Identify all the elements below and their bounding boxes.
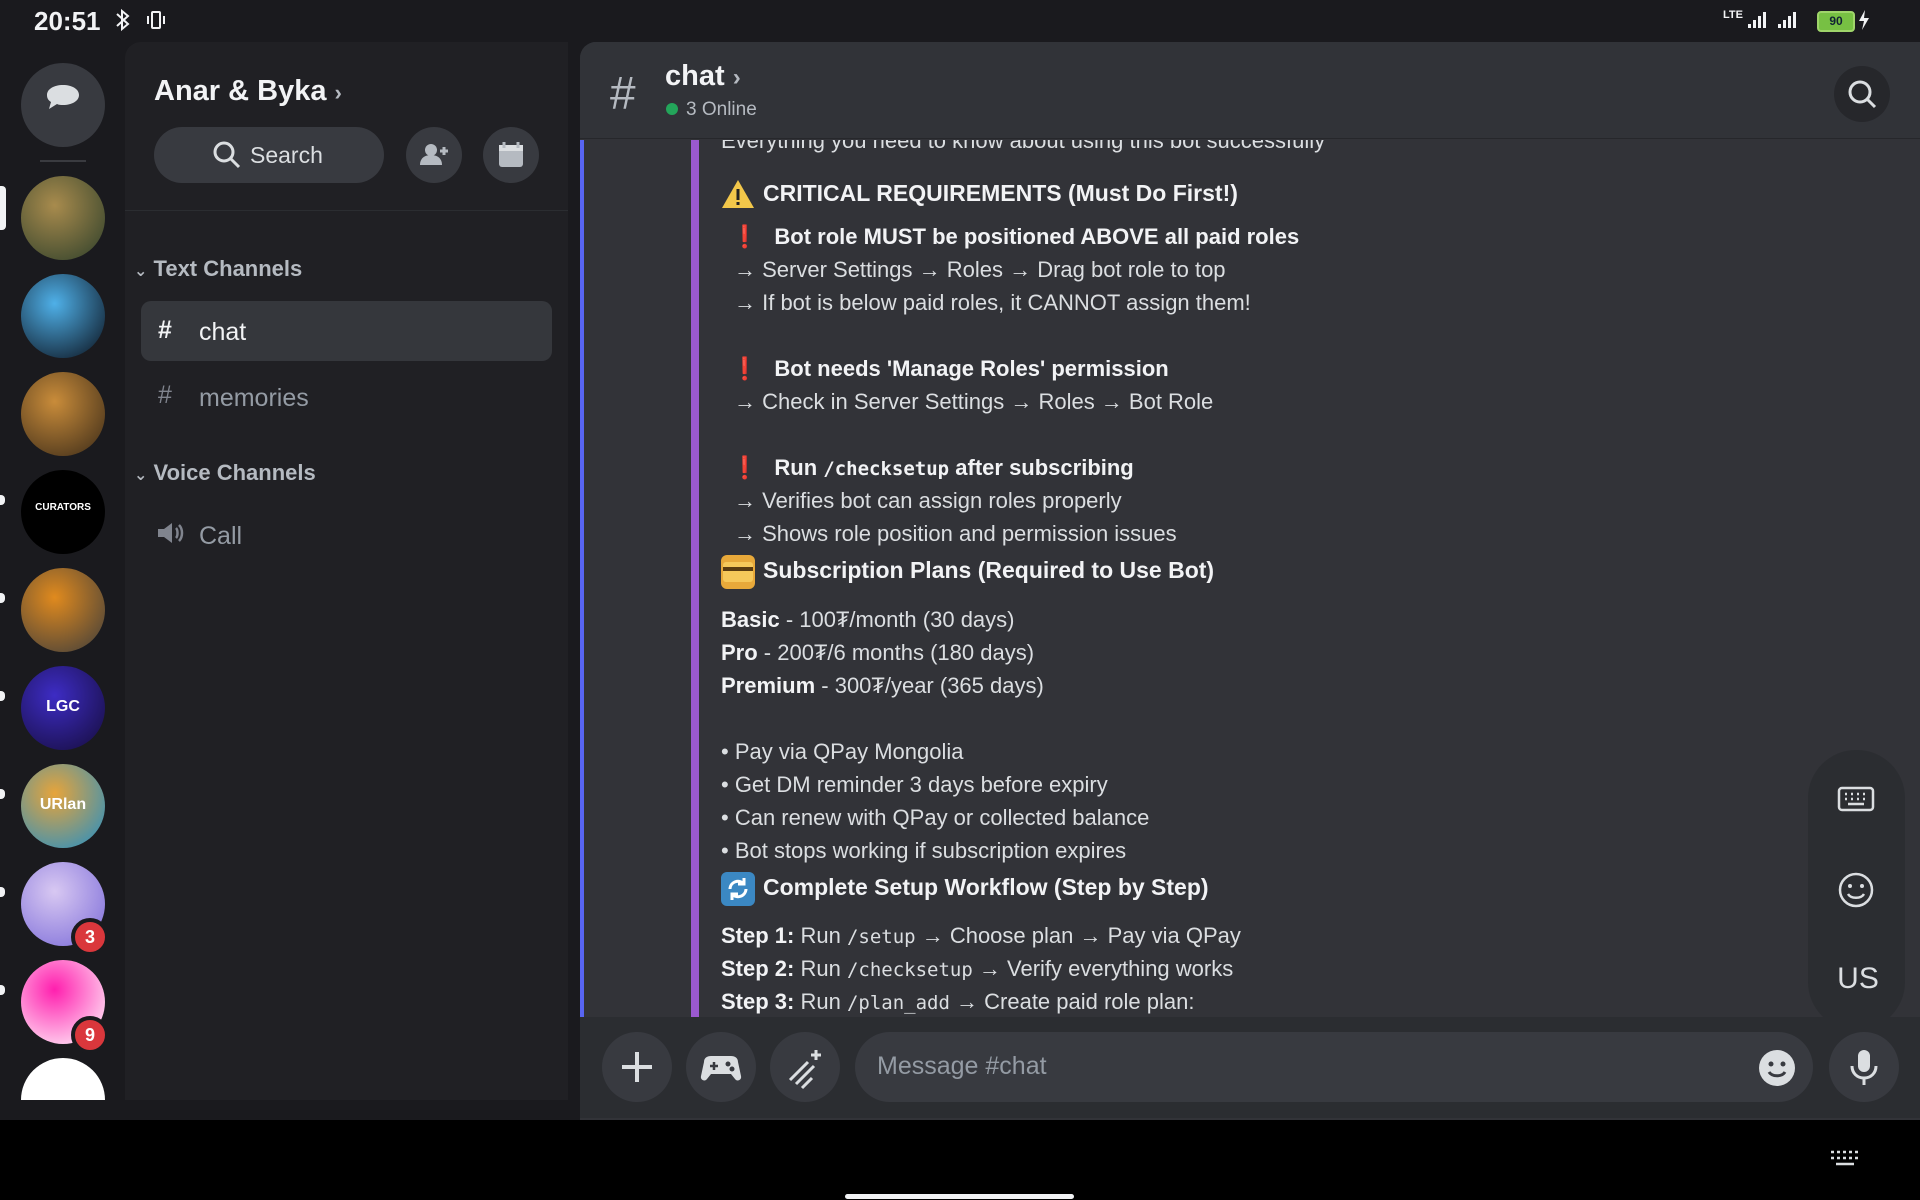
hash-icon: # (158, 316, 172, 344)
server-label: LGC (46, 698, 80, 715)
step-row: Step 3: Run /plan_add → Create paid role… (721, 989, 1195, 1014)
status-bar (0, 0, 1920, 42)
req3-a: → Verifies bot can assign roles properly (734, 488, 1122, 513)
bullet: • Can renew with QPay or collected balan… (721, 805, 1150, 830)
bullet: • Pay via QPay Mongolia (721, 739, 964, 764)
channel-title[interactable]: chat › (665, 60, 741, 93)
lgc-server[interactable]: LGC (21, 666, 105, 750)
chat-header (580, 42, 1920, 139)
language-button[interactable]: US (1833, 962, 1883, 996)
plan-row: Premium - 300₮/year (365 days) (721, 673, 1044, 698)
microphone-icon (1850, 1050, 1878, 1085)
server-label: CURATORS (35, 502, 91, 513)
status-time: 20:51 (34, 6, 101, 36)
bullet: • Bot stops working if subscription expi… (721, 838, 1127, 863)
category-text-channels[interactable]: ⌄ Text Channels (134, 256, 302, 282)
orbs-server[interactable] (21, 274, 105, 358)
online-count: 3 Online (686, 99, 757, 120)
voice-message-button[interactable] (1829, 1032, 1899, 1102)
req1-a: → Server Settings → Roles → Drag bot rol… (734, 257, 1226, 282)
channel-call[interactable]: Call (199, 522, 242, 551)
req2-line: ❗ Bot needs 'Manage Roles' permission (731, 356, 1169, 381)
curators-server[interactable]: CURATORS (21, 470, 105, 554)
speaker-icon (154, 517, 186, 554)
category-voice-channels[interactable]: ⌄ Voice Channels (134, 460, 316, 486)
urlan-server[interactable]: URlan (21, 764, 105, 848)
home-indicator[interactable] (845, 1194, 1074, 1199)
plus-icon (622, 1052, 652, 1082)
search-button[interactable]: Search (154, 127, 384, 183)
selected-server-pill (0, 186, 6, 230)
req1-b: → If bot is below paid roles, it CANNOT … (734, 290, 1251, 315)
server-name[interactable]: Anar & Byka › (154, 75, 342, 108)
message-input[interactable]: Message #chat (855, 1032, 1813, 1102)
step-row: Step 1: Run /setup → Choose plan → Pay v… (721, 923, 1241, 948)
exclamation-icon: ❗ (731, 356, 759, 381)
hash-icon: # (158, 381, 172, 409)
message-list[interactable]: Everything you need to know about using … (580, 140, 1920, 1017)
bluetooth-icon (113, 8, 133, 38)
apps-button[interactable] (770, 1032, 840, 1102)
emoji-keyboard-icon[interactable] (1836, 870, 1876, 915)
credit-card-icon (721, 555, 755, 589)
emoji-icon[interactable] (1757, 1048, 1797, 1093)
mention-badge: 9 (71, 1016, 109, 1054)
mention-badge: 3 (71, 918, 109, 956)
gamepad-icon (700, 1056, 742, 1081)
search-icon (212, 140, 242, 176)
activities-button[interactable] (686, 1032, 756, 1102)
rail-divider (40, 160, 86, 162)
embed-accent-bar (691, 140, 699, 1017)
navigation-bar (0, 1120, 1920, 1200)
charging-icon (1858, 10, 1870, 35)
house-server[interactable] (21, 372, 105, 456)
keyboard-icon[interactable] (1836, 780, 1876, 821)
exclamation-icon: ❗ (731, 455, 759, 480)
search-label: Search (250, 142, 323, 168)
search-icon (1848, 80, 1877, 109)
embed-intro: Everything you need to know about using … (721, 140, 1326, 153)
server-label: URlan (39, 796, 87, 813)
hash-icon: # (610, 67, 636, 119)
attach-button[interactable] (602, 1032, 672, 1102)
plans-heading: Subscription Plans (Required to Use Bot) (721, 555, 1214, 589)
req1-line: ❗ Bot role MUST be positioned ABOVE all p… (731, 224, 1300, 249)
bullet: • Get DM reminder 3 days before expiry (721, 772, 1108, 797)
plan-row: Pro - 200₮/6 months (180 days) (721, 640, 1035, 665)
knight-server[interactable] (21, 568, 105, 652)
channel-chat-label: chat (199, 318, 247, 346)
direct-messages-button[interactable] (21, 63, 105, 147)
gazebo-server[interactable] (21, 176, 105, 260)
battery-indicator: 90 (1817, 11, 1855, 32)
invite-members-button[interactable] (406, 127, 462, 183)
sidebar-divider (125, 210, 568, 211)
critical-heading: CRITICAL REQUIREMENTS (Must Do First!) (721, 178, 1238, 212)
message-placeholder: Message #chat (877, 1052, 1047, 1080)
channel-memories[interactable]: memories (199, 384, 309, 413)
sparkle-icon (788, 1050, 821, 1090)
req2-a: → Check in Server Settings → Roles → Bot… (734, 389, 1214, 414)
keyboard-switch-icon[interactable] (1830, 1150, 1860, 1173)
events-button[interactable] (483, 127, 539, 183)
step-row: Step 2: Run /checksetup → Verify everyth… (721, 956, 1234, 981)
refresh-icon (721, 872, 755, 906)
req3-line: ❗ Run /checksetup after subscribing (731, 455, 1134, 480)
plan-row: Basic - 100₮/month (30 days) (721, 607, 1015, 632)
workflow-heading: Complete Setup Workflow (Step by Step) (721, 872, 1209, 906)
channel-sidebar (125, 42, 568, 1100)
header-search-button[interactable] (1834, 66, 1890, 122)
vibrate-icon (144, 8, 168, 38)
lte-label: LTE (1723, 9, 1743, 21)
online-dot (666, 103, 678, 115)
exclamation-icon: ❗ (731, 224, 759, 249)
message-left-accent (580, 140, 584, 1017)
signal-icon (1746, 10, 1800, 35)
req3-b: → Shows role position and permission iss… (734, 521, 1177, 546)
warning-icon (721, 178, 755, 212)
